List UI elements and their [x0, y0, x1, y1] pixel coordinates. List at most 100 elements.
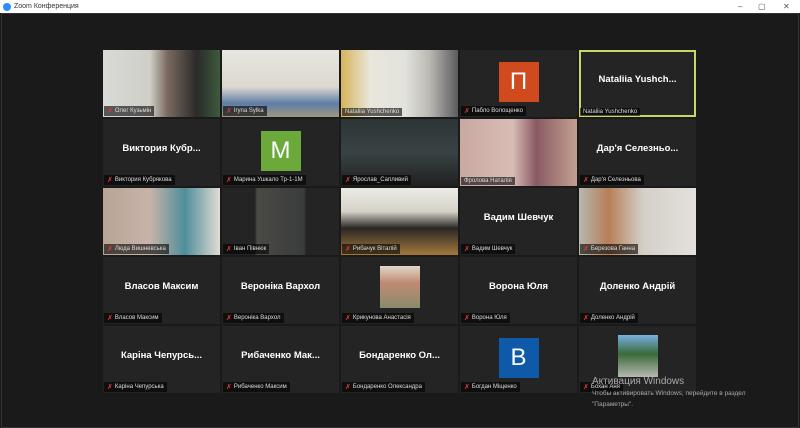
muted-microphone-icon: ✗ [583, 246, 589, 253]
participant-tile[interactable]: Вероніка Вархол ✗ Вероніка Вархол [222, 257, 339, 324]
participant-display-name: Вадим Шевчук [483, 212, 554, 223]
avatar: M [260, 131, 301, 171]
participant-tile[interactable]: Nataliia Yushch... Nataliia Yushchenko [579, 50, 696, 117]
participant-tile[interactable]: Nataliia Yushchenko [341, 50, 458, 117]
watermark-line1: Чтобы активировать Windows, перейдите в … [592, 390, 746, 397]
participant-display-name: Ворона Юля [488, 281, 549, 292]
watermark-line2: "Параметры". [592, 401, 634, 408]
participant-name-label: ✗ Доленко Андрій [580, 313, 638, 323]
participant-name-label: ✗ Ярослав_Сапливий [342, 175, 411, 185]
participant-tile[interactable]: ✗ Ярослав_Сапливий [341, 119, 458, 186]
participant-tile[interactable]: П ✗ Пабло Волощенко [460, 50, 577, 117]
muted-microphone-icon: ✗ [226, 246, 232, 253]
participant-name-label: ✗ Рибаченко Максим [223, 382, 290, 392]
participant-tile[interactable]: Виктория Кубр... ✗ Виктория Кубрякова [103, 119, 220, 186]
muted-microphone-icon: ✗ [583, 315, 589, 322]
participant-name: Вадим Шевчук [471, 246, 513, 252]
muted-microphone-icon: ✗ [464, 315, 470, 322]
participant-tile[interactable]: ✗ Iryna Sylka [222, 50, 339, 117]
minimize-button[interactable]: – [738, 0, 742, 13]
window-title: Zoom Конференция [14, 3, 79, 10]
muted-microphone-icon: ✗ [464, 384, 470, 391]
participant-tile[interactable]: ✗ Іван Півнюк [222, 188, 339, 255]
participant-name: Крикунова Анастасія [352, 315, 411, 321]
muted-microphone-icon: ✗ [107, 315, 113, 322]
participant-name-label: ✗ Іван Півнюк [223, 244, 270, 254]
muted-microphone-icon: ✗ [583, 384, 589, 391]
participant-name: Виктория Кубрякова [114, 177, 172, 183]
participant-name: Каріна Чепурська [114, 384, 164, 390]
participant-tile[interactable]: Вадим Шевчук ✗ Вадим Шевчук [460, 188, 577, 255]
participant-tile[interactable]: Рибаченко Мак... ✗ Рибаченко Максим [222, 326, 339, 393]
participant-tile[interactable]: ✗ Березова Ганна [579, 188, 696, 255]
participant-name: Рибаченко Максим [233, 384, 287, 390]
participant-tile[interactable]: Ворона Юля ✗ Ворона Юля [460, 257, 577, 324]
participant-name: Ворона Юля [471, 315, 507, 321]
participant-name: Iryna Sylka [233, 108, 264, 114]
participant-name: Богдан Міщенко [471, 384, 517, 390]
maximize-button[interactable]: ▢ [758, 0, 766, 13]
participant-display-name: Каріна Чепурсь... [120, 350, 202, 361]
participant-name-label: ✗ Вероніка Вархол [223, 313, 284, 323]
participant-tile[interactable]: ✗ Люда Вишневська [103, 188, 220, 255]
muted-microphone-icon: ✗ [107, 384, 113, 391]
participant-tile[interactable]: ✗ Крикунова Анастасія [341, 257, 458, 324]
title-bar: Zoom Конференция – ▢ ✕ [0, 0, 800, 13]
participant-tile[interactable]: Доленко Андрій ✗ Доленко Андрій [579, 257, 696, 324]
muted-microphone-icon: ✗ [226, 108, 232, 115]
participant-tile[interactable]: Дар'я Селезньо... ✗ Дар'я Селезньова [579, 119, 696, 186]
participant-name: Марина Ушкало Тр-1-1М [233, 177, 303, 183]
participant-name: Пабло Волощенко [471, 108, 523, 114]
participant-tile[interactable]: Фролова Наталія [460, 119, 577, 186]
participant-name-label: Nataliia Yushchenko [580, 108, 641, 116]
participant-tile[interactable]: Власов Максим ✗ Власов Максим [103, 257, 220, 324]
participant-name-label: ✗ Бондаренко Олександра [342, 382, 425, 392]
participant-name-label: Nataliia Yushchenko [342, 108, 403, 116]
participant-name-label: ✗ Марина Ушкало Тр-1-1М [223, 175, 306, 185]
participant-name-label: ✗ Iryna Sylka [223, 106, 267, 116]
muted-microphone-icon: ✗ [583, 177, 589, 184]
participant-name: Фролова Наталія [464, 178, 512, 184]
muted-microphone-icon: ✗ [107, 108, 113, 115]
participant-name-label: ✗ Олег Кузьмін [104, 106, 155, 116]
muted-microphone-icon: ✗ [464, 108, 470, 115]
muted-microphone-icon: ✗ [226, 384, 232, 391]
participant-name-label: ✗ Люда Вишневська [104, 244, 169, 254]
participant-display-name: Бондаренко Ол... [359, 350, 440, 361]
participant-name: Nataliia Yushchenko [583, 109, 638, 115]
participant-tile[interactable]: ✗ Рибачук Віталій [341, 188, 458, 255]
participant-name: Рибачук Віталій [352, 246, 397, 252]
muted-microphone-icon: ✗ [464, 246, 470, 253]
participant-name-label: ✗ Богдан Міщенко [461, 382, 520, 392]
participant-name-label: ✗ Каріна Чепурська [104, 382, 167, 392]
participant-name: Вероніка Вархол [233, 315, 281, 321]
participant-name-label: ✗ Ворона Юля [461, 313, 510, 323]
profile-photo [617, 335, 658, 377]
watermark-title: Активация Windows [592, 376, 685, 387]
participant-grid: ✗ Олег Кузьмін ✗ Iryna Sylka Nataliia Yushch… [103, 50, 696, 393]
participant-name: Березова Ганна [590, 246, 636, 252]
participant-name: Дар'я Селезньова [590, 177, 641, 183]
participant-name-label: ✗ Власов Максим [104, 313, 162, 323]
close-button[interactable]: ✕ [783, 0, 790, 13]
participant-name: Люда Вишневська [114, 246, 166, 252]
participant-display-name: Доленко Андрій [599, 281, 676, 292]
participant-tile[interactable]: M ✗ Марина Ушкало Тр-1-1М [222, 119, 339, 186]
zoom-logo-icon [3, 2, 11, 11]
participant-tile[interactable]: ✗ Олег Кузьмін [103, 50, 220, 117]
participant-tile[interactable]: Бондаренко Ол... ✗ Бондаренко Олександра [341, 326, 458, 393]
muted-microphone-icon: ✗ [226, 315, 232, 322]
participant-tile[interactable]: Каріна Чепурсь... ✗ Каріна Чепурська [103, 326, 220, 393]
participant-name: Іван Півнюк [233, 246, 267, 252]
muted-microphone-icon: ✗ [345, 384, 351, 391]
participant-name-label: ✗ Рибачук Віталій [342, 244, 400, 254]
participant-tile[interactable]: B ✗ Богдан Міщенко [460, 326, 577, 393]
profile-photo [379, 266, 420, 308]
windows-activation-watermark: Активация Windows Чтобы активировать Win… [592, 376, 746, 409]
participant-name: Власов Максим [114, 315, 159, 321]
participant-name: Бондаренко Олександра [352, 384, 422, 390]
participant-display-name: Рибаченко Мак... [241, 350, 320, 361]
participant-name-label: ✗ Березова Ганна [580, 244, 639, 254]
participant-name-label: ✗ Пабло Волощенко [461, 106, 526, 116]
avatar: П [498, 62, 539, 102]
